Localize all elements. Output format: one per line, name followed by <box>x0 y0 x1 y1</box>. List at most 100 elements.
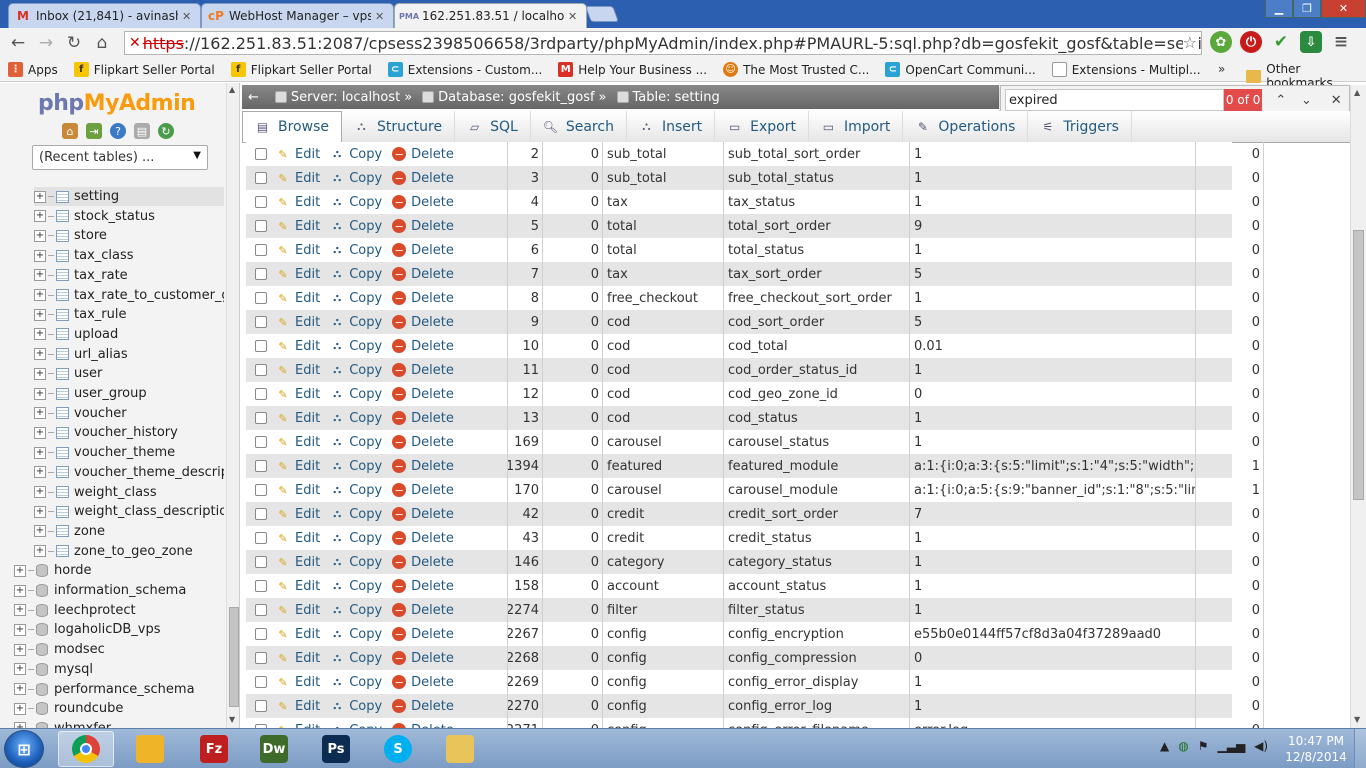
cell-setting-id[interactable]: 146 <box>508 550 543 574</box>
cell-store-id[interactable]: 0 <box>543 406 603 430</box>
expand-icon[interactable]: + <box>14 643 26 656</box>
cell-setting-id[interactable]: 2 <box>508 142 543 166</box>
edit-link[interactable]: ✎Edit <box>276 627 320 642</box>
row-checkbox[interactable] <box>255 244 267 256</box>
expand-icon[interactable]: + <box>14 564 26 577</box>
row-checkbox[interactable] <box>255 460 267 472</box>
copy-link[interactable]: ⛬Copy <box>330 219 382 234</box>
cell-group[interactable]: cod <box>603 382 724 406</box>
tree-table-item[interactable]: + url_alias <box>34 345 224 364</box>
copy-link[interactable]: ⛬Copy <box>330 315 382 330</box>
cell-store-id[interactable]: 0 <box>543 478 603 502</box>
taskbar-app[interactable] <box>58 731 114 767</box>
cell-setting-id[interactable]: 169 <box>508 430 543 454</box>
cell-store-id[interactable]: 0 <box>543 358 603 382</box>
cell-key[interactable]: config_error_display <box>724 670 910 694</box>
edit-link[interactable]: ✎Edit <box>276 507 320 522</box>
find-next-button[interactable]: ⌄ <box>1294 88 1320 112</box>
cell-group[interactable]: cod <box>603 358 724 382</box>
copy-link[interactable]: ⛬Copy <box>330 507 382 522</box>
forward-button[interactable]: → <box>32 29 60 57</box>
row-checkbox[interactable] <box>255 196 267 208</box>
delete-link[interactable]: −Delete <box>392 219 454 234</box>
cell-store-id[interactable]: 0 <box>543 214 603 238</box>
cell-serialized[interactable]: 0 <box>1196 574 1264 598</box>
expand-icon[interactable]: + <box>34 466 46 479</box>
expand-icon[interactable]: + <box>14 702 26 715</box>
cell-store-id[interactable]: 0 <box>543 598 603 622</box>
cell-setting-id[interactable]: 7 <box>508 262 543 286</box>
cell-value[interactable]: 9 <box>910 214 1196 238</box>
cell-setting-id[interactable]: 158 <box>508 574 543 598</box>
delete-link[interactable]: −Delete <box>392 387 454 402</box>
tab-phpmyadmin[interactable]: PMA 162.251.83.51 / localhost ✕ <box>394 3 587 28</box>
edit-link[interactable]: ✎Edit <box>276 291 320 306</box>
cell-key[interactable]: tax_sort_order <box>724 262 910 286</box>
bookmark-flipkart-2[interactable]: f Flipkart Seller Portal <box>230 62 372 77</box>
tab-gmail[interactable]: M Inbox (21,841) - avinashka ✕ <box>8 3 201 28</box>
cell-group[interactable]: config <box>603 670 724 694</box>
recent-tables-select[interactable]: (Recent tables) ... ▼ <box>32 145 208 170</box>
edit-link[interactable]: ✎Edit <box>276 483 320 498</box>
edit-link[interactable]: ✎Edit <box>276 579 320 594</box>
cell-group[interactable]: sub_total <box>603 142 724 166</box>
taskbar-app[interactable] <box>122 731 178 767</box>
cell-key[interactable]: sub_total_status <box>724 166 910 190</box>
copy-link[interactable]: ⛬Copy <box>330 363 382 378</box>
edit-link[interactable]: ✎Edit <box>276 267 320 282</box>
cell-store-id[interactable]: 0 <box>543 190 603 214</box>
cell-setting-id[interactable]: 13 <box>508 406 543 430</box>
cell-setting-id[interactable]: 12 <box>508 382 543 406</box>
copy-link[interactable]: ⛬Copy <box>330 459 382 474</box>
row-checkbox[interactable] <box>255 220 267 232</box>
cell-store-id[interactable]: 0 <box>543 622 603 646</box>
tree-table-item[interactable]: + zone <box>34 522 224 541</box>
delete-link[interactable]: −Delete <box>392 411 454 426</box>
edit-link[interactable]: ✎Edit <box>276 387 320 402</box>
tree-database-item[interactable]: + modsec <box>14 640 236 659</box>
cell-group[interactable]: sub_total <box>603 166 724 190</box>
tree-table-item[interactable]: + setting <box>34 187 224 206</box>
close-icon[interactable]: ✕ <box>182 10 194 23</box>
breadcrumb-server[interactable]: Server: localhost <box>291 90 400 105</box>
tree-database-item[interactable]: + leechprotect <box>14 601 236 620</box>
cell-key[interactable]: account_status <box>724 574 910 598</box>
tree-database-item[interactable]: +whmxfer <box>14 719 236 728</box>
volume-icon[interactable]: ◀) <box>1254 739 1268 753</box>
cell-key[interactable]: cod_sort_order <box>724 310 910 334</box>
delete-link[interactable]: −Delete <box>392 507 454 522</box>
copy-link[interactable]: ⛬Copy <box>330 243 382 258</box>
new-tab-button[interactable] <box>585 6 619 22</box>
cell-serialized[interactable]: 0 <box>1196 670 1264 694</box>
tree-table-item[interactable]: + zone_to_geo_zone <box>34 542 224 561</box>
tree-database-item[interactable]: + mysql <box>14 660 236 679</box>
cell-group[interactable]: total <box>603 238 724 262</box>
cell-value[interactable]: 1 <box>910 670 1196 694</box>
delete-link[interactable]: −Delete <box>392 699 454 714</box>
row-checkbox[interactable] <box>255 700 267 712</box>
taskbar-app[interactable] <box>432 731 488 767</box>
network-globe-icon[interactable]: ◍ <box>1178 739 1188 753</box>
cell-serialized[interactable]: 0 <box>1196 502 1264 526</box>
delete-link[interactable]: −Delete <box>392 171 454 186</box>
cell-setting-id[interactable]: 10 <box>508 334 543 358</box>
tree-database-item[interactable]: + horde <box>14 561 236 580</box>
expand-icon[interactable]: + <box>14 683 26 695</box>
cell-group[interactable]: total <box>603 214 724 238</box>
cell-serialized[interactable]: 0 <box>1196 214 1264 238</box>
tab-triggers[interactable]: ⚟ Triggers <box>1028 111 1132 142</box>
flag-icon[interactable]: ⚑ <box>1198 739 1209 753</box>
cell-setting-id[interactable]: 3 <box>508 166 543 190</box>
bookmark-extensions-multiple[interactable]: Extensions - Multipl... <box>1051 62 1201 77</box>
cell-group[interactable]: cod <box>603 310 724 334</box>
cell-key[interactable]: cod_total <box>724 334 910 358</box>
breadcrumb-table[interactable]: Table: setting <box>633 90 720 105</box>
cell-setting-id[interactable]: 2274 <box>508 598 543 622</box>
delete-link[interactable]: −Delete <box>392 483 454 498</box>
cell-group[interactable]: free_checkout <box>603 286 724 310</box>
edit-link[interactable]: ✎Edit <box>276 459 320 474</box>
cell-value[interactable]: 5 <box>910 310 1196 334</box>
row-checkbox[interactable] <box>255 340 267 352</box>
tab-browse[interactable]: ▤ Browse <box>242 111 342 142</box>
expand-icon[interactable]: + <box>34 249 46 262</box>
